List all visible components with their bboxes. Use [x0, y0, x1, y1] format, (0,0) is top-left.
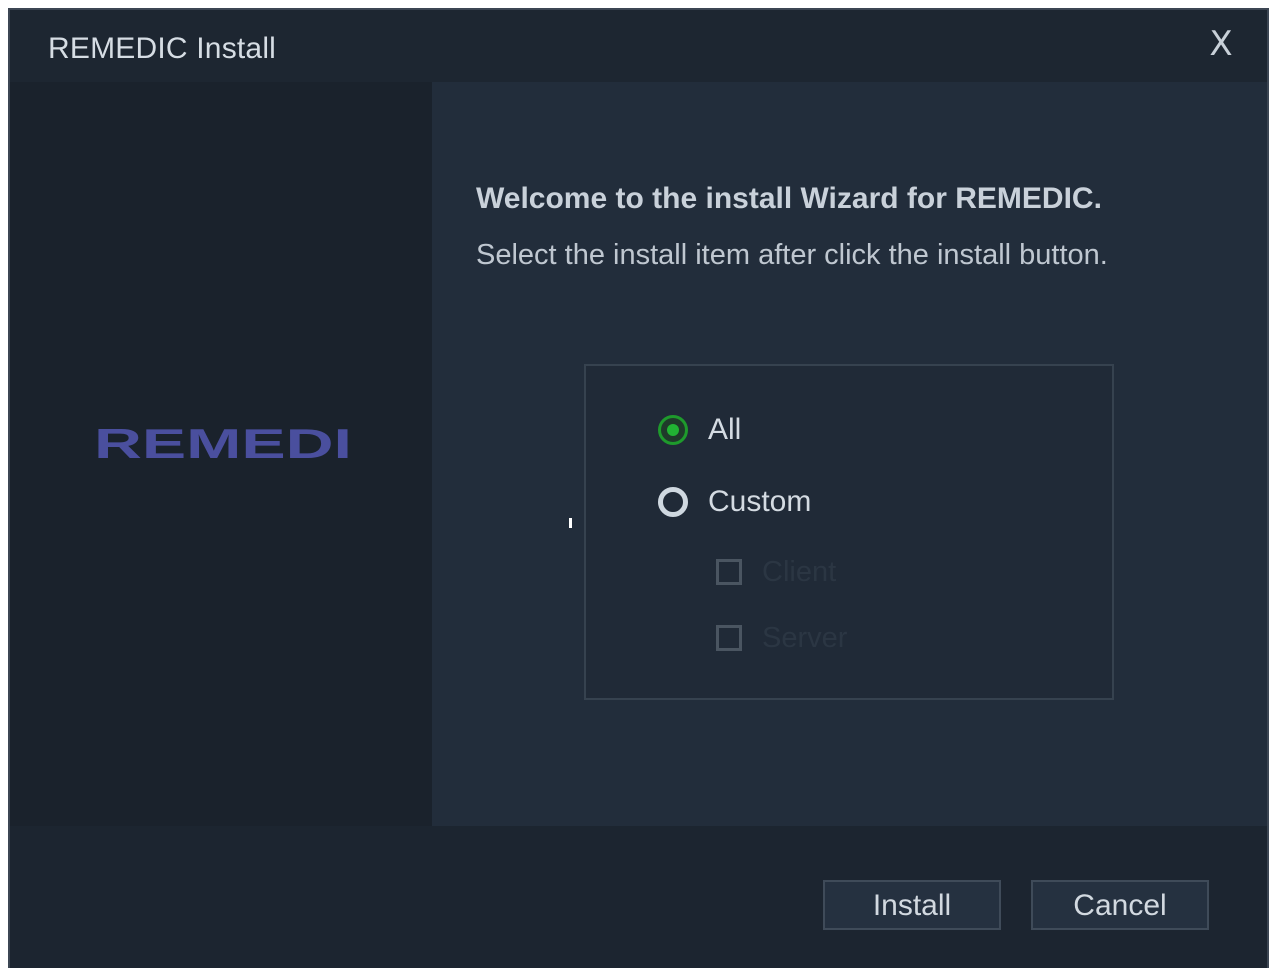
radio-custom-label: Custom: [708, 485, 812, 518]
brand-panel: REMEDI: [10, 82, 432, 826]
checkbox-server-label: Server: [762, 621, 848, 654]
remedi-logo: REMEDI: [94, 424, 352, 464]
window-title: REMEDIC Install: [48, 32, 277, 65]
radio-custom[interactable]: Custom: [658, 482, 811, 522]
checkbox-client-label: Client: [762, 555, 837, 588]
radio-all[interactable]: All: [658, 410, 741, 450]
instructions-text: Select the install item after click the …: [476, 239, 1108, 271]
install-options-group: All Custom Client Server: [584, 364, 1114, 700]
install-dialog: REMEDIC Install X REMEDI Welcome to the …: [8, 8, 1269, 968]
radio-all-label: All: [708, 413, 742, 446]
checkbox-client[interactable]: Client: [716, 556, 836, 588]
logo-text: REMEDI: [94, 424, 352, 464]
radio-unselected-icon[interactable]: [658, 487, 688, 517]
welcome-heading: Welcome to the install Wizard for REMEDI…: [476, 182, 1102, 215]
install-button[interactable]: Install: [823, 880, 1001, 930]
footer-bar: Install Cancel: [10, 826, 1267, 968]
checkbox-server[interactable]: Server: [716, 622, 847, 654]
close-button[interactable]: X: [1201, 24, 1241, 64]
checkbox-icon[interactable]: [716, 559, 742, 585]
radio-selected-icon[interactable]: [658, 415, 688, 445]
title-bar[interactable]: REMEDIC Install X: [10, 10, 1267, 82]
content-panel: Welcome to the install Wizard for REMEDI…: [432, 82, 1267, 826]
tick-mark: [569, 518, 572, 528]
close-icon: X: [1209, 24, 1233, 64]
cancel-button[interactable]: Cancel: [1031, 880, 1209, 930]
checkbox-icon[interactable]: [716, 625, 742, 651]
